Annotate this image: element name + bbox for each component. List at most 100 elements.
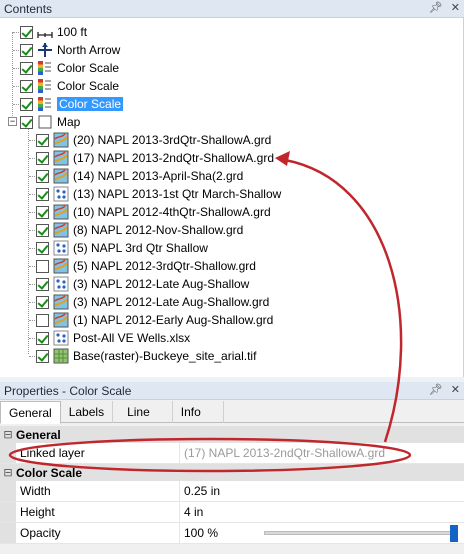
properties-tabs: General Labels Line Info bbox=[0, 401, 464, 424]
map-layer-label: (17) NAPL 2013-2ndQtr-ShallowA.grd bbox=[73, 151, 274, 165]
contour-icon bbox=[53, 222, 69, 238]
contour-icon bbox=[53, 258, 69, 274]
tree-item-map[interactable]: Map bbox=[4, 113, 80, 131]
contour-icon bbox=[53, 204, 69, 220]
property-height[interactable]: Height 4 in bbox=[0, 502, 464, 523]
north-arrow-icon bbox=[37, 42, 53, 58]
category-label: General bbox=[16, 427, 61, 442]
tree-item-label: Color Scale bbox=[57, 79, 120, 93]
map-layer-item[interactable]: (5) NAPL 2012-3rdQtr-Shallow.grd bbox=[20, 257, 256, 275]
tree-item-color-scale-1[interactable]: Color Scale bbox=[4, 59, 119, 77]
property-width[interactable]: Width 0.25 in bbox=[0, 481, 464, 502]
map-layer-item[interactable]: (5) NAPL 3rd Qtr Shallow bbox=[20, 239, 208, 257]
visibility-checkbox[interactable] bbox=[36, 205, 49, 219]
properties-header: Properties - Color Scale 📌︎ ✕ bbox=[0, 382, 464, 400]
contour-icon bbox=[53, 168, 69, 184]
category-general[interactable]: ⊟ General bbox=[0, 426, 464, 443]
post-icon bbox=[53, 330, 69, 346]
visibility-checkbox[interactable] bbox=[36, 313, 49, 327]
map-layer-item[interactable]: (1) NAPL 2012-Early Aug-Shallow.grd bbox=[20, 311, 273, 329]
contents-title: Contents bbox=[4, 1, 53, 16]
pin-icon[interactable]: 📌︎ bbox=[429, 1, 443, 14]
tab-labels[interactable]: Labels bbox=[61, 401, 114, 423]
property-opacity[interactable]: Opacity 100 % bbox=[0, 523, 464, 544]
tree-item-north-arrow[interactable]: North Arrow bbox=[4, 41, 120, 59]
map-layer-label: (5) NAPL 2012-3rdQtr-Shallow.grd bbox=[73, 259, 256, 273]
map-layer-label: (10) NAPL 2012-4thQtr-ShallowA.grd bbox=[73, 205, 271, 219]
visibility-checkbox[interactable] bbox=[20, 79, 33, 93]
map-layer-label: (5) NAPL 3rd Qtr Shallow bbox=[73, 241, 208, 255]
visibility-checkbox[interactable] bbox=[36, 187, 49, 201]
close-icon[interactable]: ✕ bbox=[451, 1, 460, 14]
post-icon bbox=[53, 240, 69, 256]
map-layer-item[interactable]: Base(raster)-Buckeye_site_arial.tif bbox=[20, 347, 256, 365]
collapse-icon[interactable]: ⊟ bbox=[0, 428, 16, 441]
visibility-checkbox[interactable] bbox=[20, 25, 33, 39]
visibility-checkbox[interactable] bbox=[36, 151, 49, 165]
visibility-checkbox[interactable] bbox=[36, 349, 49, 363]
contents-panel: Contents 📌︎ ✕ − 100 ft North Arrow Color… bbox=[0, 0, 464, 377]
tree-item-label: North Arrow bbox=[57, 43, 121, 57]
height-value[interactable]: 4 in bbox=[180, 502, 464, 522]
map-layer-label: (14) NAPL 2013-April-Sha(2.grd bbox=[73, 169, 244, 183]
visibility-checkbox[interactable] bbox=[36, 331, 49, 345]
linked-layer-value: (17) NAPL 2013-2ndQtr-ShallowA.grd bbox=[184, 446, 385, 460]
map-layer-label: (1) NAPL 2012-Early Aug-Shallow.grd bbox=[73, 313, 274, 327]
visibility-checkbox[interactable] bbox=[36, 133, 49, 147]
visibility-checkbox[interactable] bbox=[20, 43, 33, 57]
color-scale-icon bbox=[37, 96, 53, 112]
visibility-checkbox[interactable] bbox=[20, 115, 33, 129]
map-layer-item[interactable]: (17) NAPL 2013-2ndQtr-ShallowA.grd bbox=[20, 149, 274, 167]
tree-item-label: Color Scale bbox=[57, 61, 120, 75]
contents-header: Contents 📌︎ ✕ bbox=[0, 0, 464, 18]
visibility-checkbox[interactable] bbox=[20, 97, 33, 111]
tab-general[interactable]: General bbox=[0, 401, 61, 424]
opacity-slider-thumb[interactable] bbox=[450, 525, 458, 542]
property-name: Linked layer bbox=[16, 443, 180, 463]
map-layer-item[interactable]: (8) NAPL 2012-Nov-Shallow.grd bbox=[20, 221, 243, 239]
property-name: Height bbox=[16, 502, 180, 522]
raster-icon bbox=[53, 348, 69, 364]
contour-icon bbox=[53, 150, 69, 166]
tab-line[interactable]: Line bbox=[113, 401, 173, 423]
color-scale-icon bbox=[37, 78, 53, 94]
contour-icon bbox=[53, 294, 69, 310]
collapse-icon[interactable]: ⊟ bbox=[0, 466, 16, 479]
tree-item-scale-bar[interactable]: 100 ft bbox=[4, 23, 87, 41]
property-linked-layer[interactable]: Linked layer (17) NAPL 2013-2ndQtr-Shall… bbox=[0, 443, 464, 464]
map-layer-item[interactable]: (20) NAPL 2013-3rdQtr-ShallowA.grd bbox=[20, 131, 271, 149]
tab-info[interactable]: Info bbox=[173, 401, 224, 423]
map-layer-item[interactable]: Post-All VE Wells.xlsx bbox=[20, 329, 190, 347]
visibility-checkbox[interactable] bbox=[36, 295, 49, 309]
tree-item-color-scale-2[interactable]: Color Scale bbox=[4, 77, 119, 95]
contour-icon bbox=[53, 132, 69, 148]
map-layer-label: Post-All VE Wells.xlsx bbox=[73, 331, 191, 345]
property-grid: ⊟ General Linked layer (17) NAPL 2013-2n… bbox=[0, 426, 464, 544]
visibility-checkbox[interactable] bbox=[20, 61, 33, 75]
map-layer-label: (13) NAPL 2013-1st Qtr March-Shallow bbox=[73, 187, 282, 201]
map-layer-item[interactable]: (3) NAPL 2012-Late Aug-Shallow bbox=[20, 275, 249, 293]
tree-item-color-scale-3[interactable]: Color Scale bbox=[4, 95, 124, 113]
map-layer-item[interactable]: (10) NAPL 2012-4thQtr-ShallowA.grd bbox=[20, 203, 271, 221]
map-layer-label: Base(raster)-Buckeye_site_arial.tif bbox=[73, 349, 257, 363]
category-color-scale[interactable]: ⊟ Color Scale bbox=[0, 464, 464, 481]
post-icon bbox=[53, 186, 69, 202]
width-value[interactable]: 0.25 in bbox=[180, 481, 464, 501]
visibility-checkbox[interactable] bbox=[36, 241, 49, 255]
pin-icon[interactable]: 📌︎ bbox=[429, 383, 443, 396]
category-label: Color Scale bbox=[16, 465, 83, 480]
visibility-checkbox[interactable] bbox=[36, 277, 49, 291]
close-icon[interactable]: ✕ bbox=[451, 383, 460, 396]
map-layer-label: (8) NAPL 2012-Nov-Shallow.grd bbox=[73, 223, 244, 237]
properties-title: Properties - Color Scale bbox=[4, 383, 132, 398]
visibility-checkbox[interactable] bbox=[36, 223, 49, 237]
properties-panel: Properties - Color Scale 📌︎ ✕ General La… bbox=[0, 382, 464, 554]
visibility-checkbox[interactable] bbox=[36, 259, 49, 273]
opacity-slider-track[interactable] bbox=[264, 531, 454, 535]
map-layer-item[interactable]: (3) NAPL 2012-Late Aug-Shallow.grd bbox=[20, 293, 269, 311]
visibility-checkbox[interactable] bbox=[36, 169, 49, 183]
map-layer-item[interactable]: (13) NAPL 2013-1st Qtr March-Shallow bbox=[20, 185, 281, 203]
map-layer-item[interactable]: (14) NAPL 2013-April-Sha(2.grd bbox=[20, 167, 243, 185]
map-layer-label: (20) NAPL 2013-3rdQtr-ShallowA.grd bbox=[73, 133, 272, 147]
map-layer-label: (3) NAPL 2012-Late Aug-Shallow.grd bbox=[73, 295, 270, 309]
